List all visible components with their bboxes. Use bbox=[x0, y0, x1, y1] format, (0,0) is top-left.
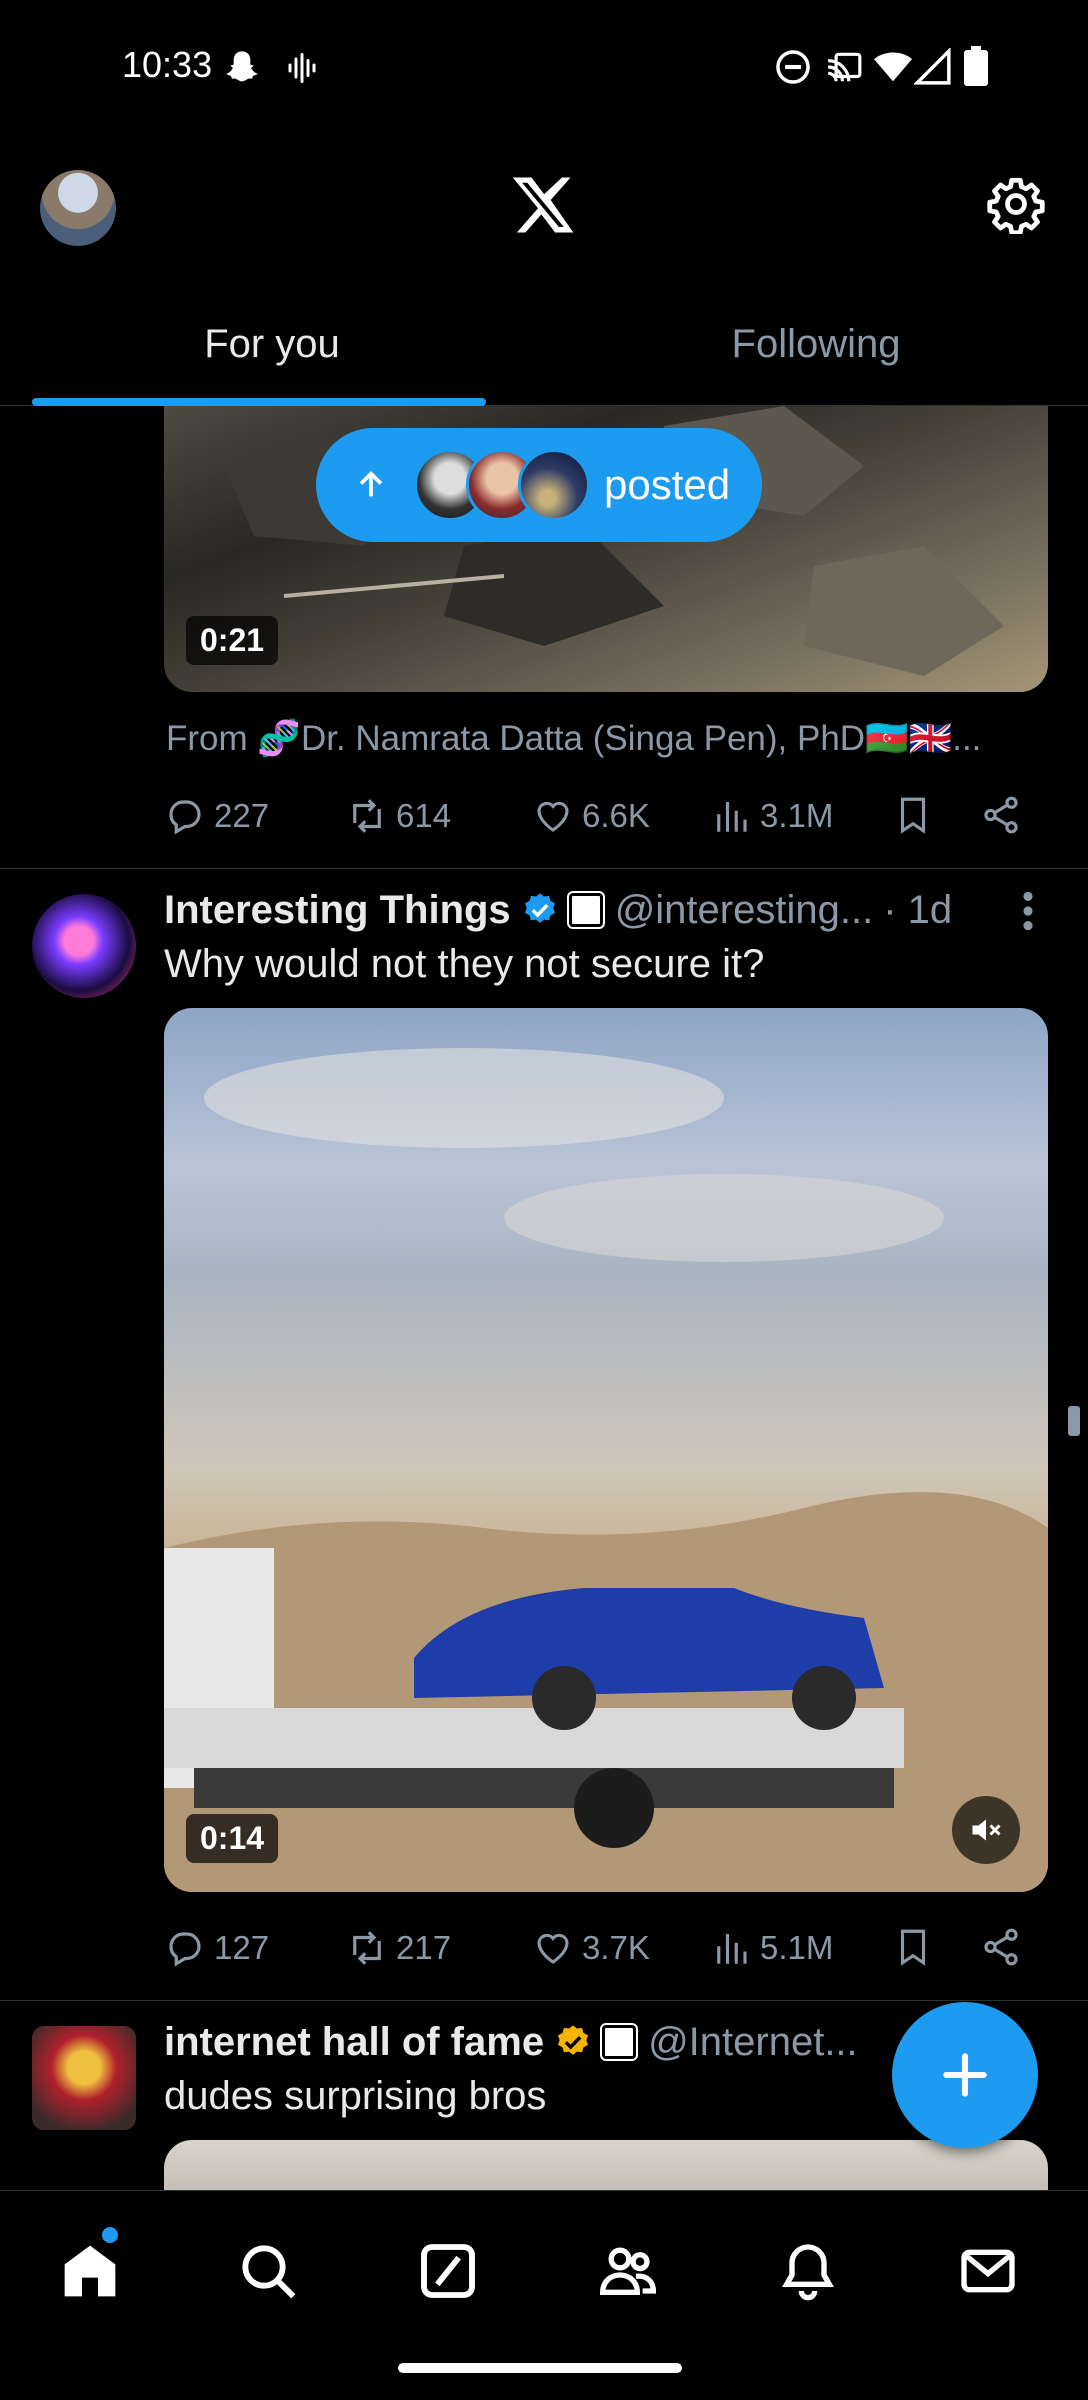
tab-following[interactable]: Following bbox=[544, 282, 1088, 406]
post-text: dudes surprising bros bbox=[164, 2074, 547, 2118]
author-name[interactable]: Interesting Things bbox=[164, 888, 511, 933]
affiliate-badge-icon bbox=[600, 2023, 639, 2061]
affiliate-badge-icon bbox=[566, 891, 605, 929]
post-video[interactable]: 0:14 bbox=[164, 1008, 1048, 1892]
repost-count: 614 bbox=[396, 797, 452, 834]
profile-avatar[interactable] bbox=[40, 170, 116, 246]
video-duration: 0:14 bbox=[186, 1814, 279, 1863]
scroll-indicator[interactable] bbox=[1068, 1406, 1080, 1436]
timeline-feed[interactable]: 0:21 From 🧬Dr. Namrata Datta (Singa Pen)… bbox=[0, 406, 1088, 2190]
cast-icon bbox=[827, 52, 862, 82]
mute-button[interactable] bbox=[952, 1796, 1020, 1864]
repost-icon bbox=[353, 1931, 381, 1965]
post-video[interactable] bbox=[164, 2140, 1048, 2190]
reply-icon bbox=[169, 800, 201, 835]
gesture-navigation-bar[interactable] bbox=[398, 2363, 682, 2373]
bookmark-icon[interactable] bbox=[892, 794, 934, 836]
status-bar: 10:33 bbox=[0, 0, 1088, 132]
reply-count: 227 bbox=[214, 797, 270, 834]
status-time: 10:33 bbox=[122, 44, 213, 85]
reply-button[interactable]: 227 bbox=[164, 786, 269, 846]
video-duration: 0:21 bbox=[186, 616, 279, 665]
arrow-up-icon bbox=[359, 471, 383, 497]
gear-icon[interactable] bbox=[986, 174, 1046, 234]
repost-button[interactable]: 217 bbox=[346, 1918, 451, 1978]
notifications-icon[interactable] bbox=[776, 2239, 840, 2303]
verified-badge-icon bbox=[524, 893, 555, 923]
views-icon bbox=[717, 802, 747, 832]
views-icon bbox=[717, 1934, 747, 1964]
view-count: 5.1M bbox=[760, 1929, 834, 1966]
reply-count: 127 bbox=[214, 1929, 270, 1966]
post-author-avatar[interactable] bbox=[32, 894, 136, 998]
timeline-tabs: For you Following bbox=[0, 282, 1088, 406]
voice-activity-icon bbox=[288, 53, 316, 83]
tab-for-you[interactable]: For you bbox=[0, 282, 544, 406]
like-button[interactable]: 6.6K bbox=[532, 786, 650, 846]
share-icon[interactable] bbox=[980, 794, 1022, 836]
search-icon[interactable] bbox=[236, 2239, 300, 2303]
home-notification-dot bbox=[102, 2227, 118, 2243]
repost-button[interactable]: 614 bbox=[346, 786, 451, 846]
post-divider bbox=[0, 2000, 1088, 2001]
like-count: 6.6K bbox=[582, 797, 650, 834]
post-header: internet hall of fame @Internet... bbox=[164, 2014, 858, 2070]
x-logo-icon[interactable] bbox=[510, 172, 576, 238]
messages-icon[interactable] bbox=[956, 2239, 1020, 2303]
share-icon[interactable] bbox=[980, 1926, 1022, 1968]
repost-count: 217 bbox=[396, 1929, 452, 1966]
post-actions: 227 614 6.6K 3.1M bbox=[164, 786, 1044, 846]
view-count: 3.1M bbox=[760, 797, 834, 834]
top-app-bar bbox=[0, 132, 1088, 282]
post-text: Why would not they not secure it? bbox=[164, 942, 765, 986]
compose-post-button[interactable] bbox=[892, 2002, 1038, 2148]
gold-verified-badge-icon bbox=[558, 2025, 589, 2055]
post-divider bbox=[0, 868, 1088, 869]
volume-muted-icon bbox=[972, 1819, 1001, 1841]
views-button[interactable]: 5.1M bbox=[710, 1918, 833, 1978]
post-actions: 127 217 3.7K 5.1M bbox=[164, 1918, 1044, 1978]
heart-icon bbox=[537, 801, 569, 832]
like-count: 3.7K bbox=[582, 1929, 650, 1966]
new-posts-pill[interactable]: posted bbox=[316, 428, 762, 542]
plus-icon bbox=[943, 2053, 987, 2097]
do-not-disturb-icon bbox=[776, 50, 810, 84]
author-name[interactable]: internet hall of fame bbox=[164, 2020, 544, 2065]
video-frame bbox=[164, 1048, 1048, 1892]
snapchat-icon bbox=[226, 51, 258, 82]
reply-icon bbox=[169, 1932, 201, 1967]
more-options-icon[interactable] bbox=[1014, 886, 1042, 936]
communities-icon[interactable] bbox=[596, 2239, 660, 2303]
grok-icon[interactable] bbox=[416, 2239, 480, 2303]
like-button[interactable]: 3.7K bbox=[532, 1918, 650, 1978]
cellular-signal-icon bbox=[914, 48, 951, 85]
heart-icon bbox=[537, 1933, 569, 1964]
author-handle[interactable]: @Internet... bbox=[648, 2020, 858, 2065]
reply-button[interactable]: 127 bbox=[164, 1918, 269, 1978]
active-tab-indicator bbox=[32, 398, 486, 406]
post-author-avatar[interactable] bbox=[32, 2026, 136, 2130]
tab-for-you-label: For you bbox=[204, 321, 340, 366]
battery-icon bbox=[964, 46, 988, 86]
bookmark-icon[interactable] bbox=[892, 1926, 934, 1968]
poster-avatar bbox=[518, 449, 590, 521]
author-handle[interactable]: @interesting... bbox=[615, 888, 874, 933]
post-time: · 1d bbox=[883, 887, 953, 932]
posted-label: posted bbox=[604, 461, 731, 508]
home-icon[interactable] bbox=[58, 2239, 122, 2303]
post-header: Interesting Things @interesting... · 1d bbox=[164, 882, 952, 938]
views-button[interactable]: 3.1M bbox=[710, 786, 833, 846]
repost-icon bbox=[353, 799, 381, 833]
video-source-attribution[interactable]: From 🧬Dr. Namrata Datta (Singa Pen), PhD… bbox=[166, 718, 981, 759]
tab-following-label: Following bbox=[731, 321, 901, 366]
wifi-icon bbox=[874, 52, 912, 82]
